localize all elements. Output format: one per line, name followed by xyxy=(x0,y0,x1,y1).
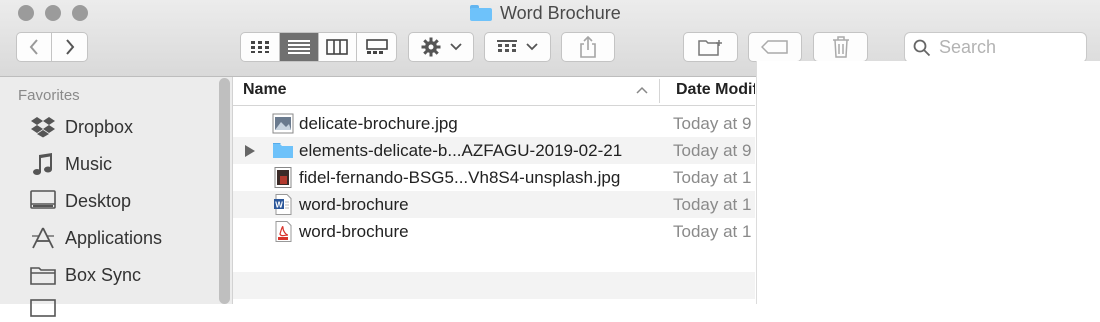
sidebar-item-desktop[interactable]: Desktop xyxy=(30,187,131,215)
share-icon xyxy=(580,36,596,58)
column-view-button[interactable] xyxy=(319,33,358,61)
file-name: delicate-brochure.jpg xyxy=(299,114,458,133)
column-divider[interactable] xyxy=(659,79,660,103)
file-date: Today at 1 xyxy=(673,222,752,241)
sidebar-item-label: Box Sync xyxy=(65,264,142,285)
window-title-text: Word Brochure xyxy=(500,2,621,23)
file-date: Today at 1 xyxy=(673,168,752,187)
file-date: Today at 9 xyxy=(673,114,752,133)
new-folder-button[interactable] xyxy=(683,32,738,62)
file-row[interactable]: W word-brochure Today at 1 xyxy=(233,191,755,218)
file-date: Today at 9 xyxy=(673,141,752,160)
icon-grid-icon xyxy=(250,41,269,53)
sidebar-item-music[interactable]: Music xyxy=(30,150,112,178)
close-window-button[interactable] xyxy=(18,5,34,21)
desktop-icon xyxy=(30,188,56,214)
sidebar-item-label: Music xyxy=(65,153,113,174)
arrange-grid-icon xyxy=(497,40,517,52)
action-menu-button[interactable] xyxy=(408,32,474,62)
new-folder-icon xyxy=(697,40,722,56)
chevron-down-icon xyxy=(449,43,462,51)
sidebar: Favorites Dropbox Music Desktop Applicat… xyxy=(0,77,233,317)
tag-button[interactable] xyxy=(748,32,802,62)
gear-icon xyxy=(421,37,440,57)
zoom-window-button[interactable] xyxy=(72,5,88,21)
sort-ascending-icon[interactable] xyxy=(636,82,648,100)
pdf-doc-icon xyxy=(275,221,292,242)
view-mode-control xyxy=(240,32,397,62)
search-icon xyxy=(913,39,931,56)
search-field[interactable] xyxy=(904,32,1087,63)
file-row[interactable]: elements-delicate-b...AZFAGU-2019-02-21 … xyxy=(233,137,755,164)
back-button[interactable] xyxy=(17,33,53,61)
search-input[interactable] xyxy=(937,36,1081,59)
arrange-menu-button[interactable] xyxy=(484,32,551,62)
disclosure-triangle-icon[interactable] xyxy=(245,145,255,157)
image-file-icon xyxy=(272,113,294,134)
folder-icon xyxy=(470,5,492,21)
trash-button[interactable] xyxy=(813,32,868,62)
sidebar-item-partial[interactable] xyxy=(30,294,65,322)
gallery-icon xyxy=(365,39,388,54)
icon-view-button[interactable] xyxy=(241,33,280,61)
date-modified-column-header[interactable]: Date Modif xyxy=(676,81,755,99)
file-row[interactable]: word-brochure Today at 1 xyxy=(233,218,755,245)
name-column-header[interactable]: Name xyxy=(243,81,287,99)
file-name: elements-delicate-b...AZFAGU-2019-02-21 xyxy=(299,141,623,160)
sidebar-item-label: Desktop xyxy=(65,190,132,211)
word-doc-icon: W xyxy=(274,194,292,215)
folder-icon xyxy=(273,143,293,158)
tag-icon xyxy=(761,40,788,54)
file-row[interactable]: delicate-brochure.jpg Today at 9 xyxy=(233,110,755,137)
film-icon xyxy=(30,295,56,321)
applications-icon xyxy=(30,225,56,251)
music-note-icon xyxy=(30,151,56,177)
forward-button[interactable] xyxy=(52,33,87,61)
share-button[interactable] xyxy=(561,32,615,62)
sidebar-item-label: Dropbox xyxy=(65,116,134,137)
file-row[interactable]: fidel-fernando-BSG5...Vh8S4-unsplash.jpg… xyxy=(233,164,755,191)
file-date: Today at 1 xyxy=(673,195,752,214)
navigation-buttons xyxy=(16,32,88,62)
list-view-button[interactable] xyxy=(279,33,319,61)
minimize-window-button[interactable] xyxy=(45,5,61,21)
sidebar-scrollbar[interactable] xyxy=(219,78,230,304)
sidebar-item-box-sync[interactable]: Box Sync xyxy=(30,261,141,289)
chevron-down-icon xyxy=(526,43,538,51)
sidebar-section-favorites: Favorites xyxy=(18,87,80,104)
file-name: word-brochure xyxy=(299,222,409,241)
gallery-view-button[interactable] xyxy=(357,33,396,61)
columns-icon xyxy=(326,39,349,55)
file-list: Name Date Modif delicate-brochure.jpg To… xyxy=(233,77,755,304)
trash-icon xyxy=(832,36,849,58)
file-name: fidel-fernando-BSG5...Vh8S4-unsplash.jpg xyxy=(299,168,621,187)
sidebar-item-dropbox[interactable]: Dropbox xyxy=(30,113,133,141)
preview-pane xyxy=(756,61,1100,304)
chevron-right-icon xyxy=(65,39,74,55)
window-title: Word Brochure xyxy=(470,3,621,23)
sidebar-item-label: Applications xyxy=(65,227,163,248)
sidebar-item-applications[interactable]: Applications xyxy=(30,224,162,252)
list-lines-icon xyxy=(287,40,310,54)
empty-row xyxy=(233,272,755,299)
file-name: word-brochure xyxy=(299,195,409,214)
dropbox-icon xyxy=(30,114,56,140)
folder-icon xyxy=(30,262,56,288)
column-header: Name Date Modif xyxy=(233,77,755,106)
photo-file-icon xyxy=(274,167,292,188)
chevron-left-icon xyxy=(29,39,38,55)
svg-text:W: W xyxy=(275,201,283,210)
